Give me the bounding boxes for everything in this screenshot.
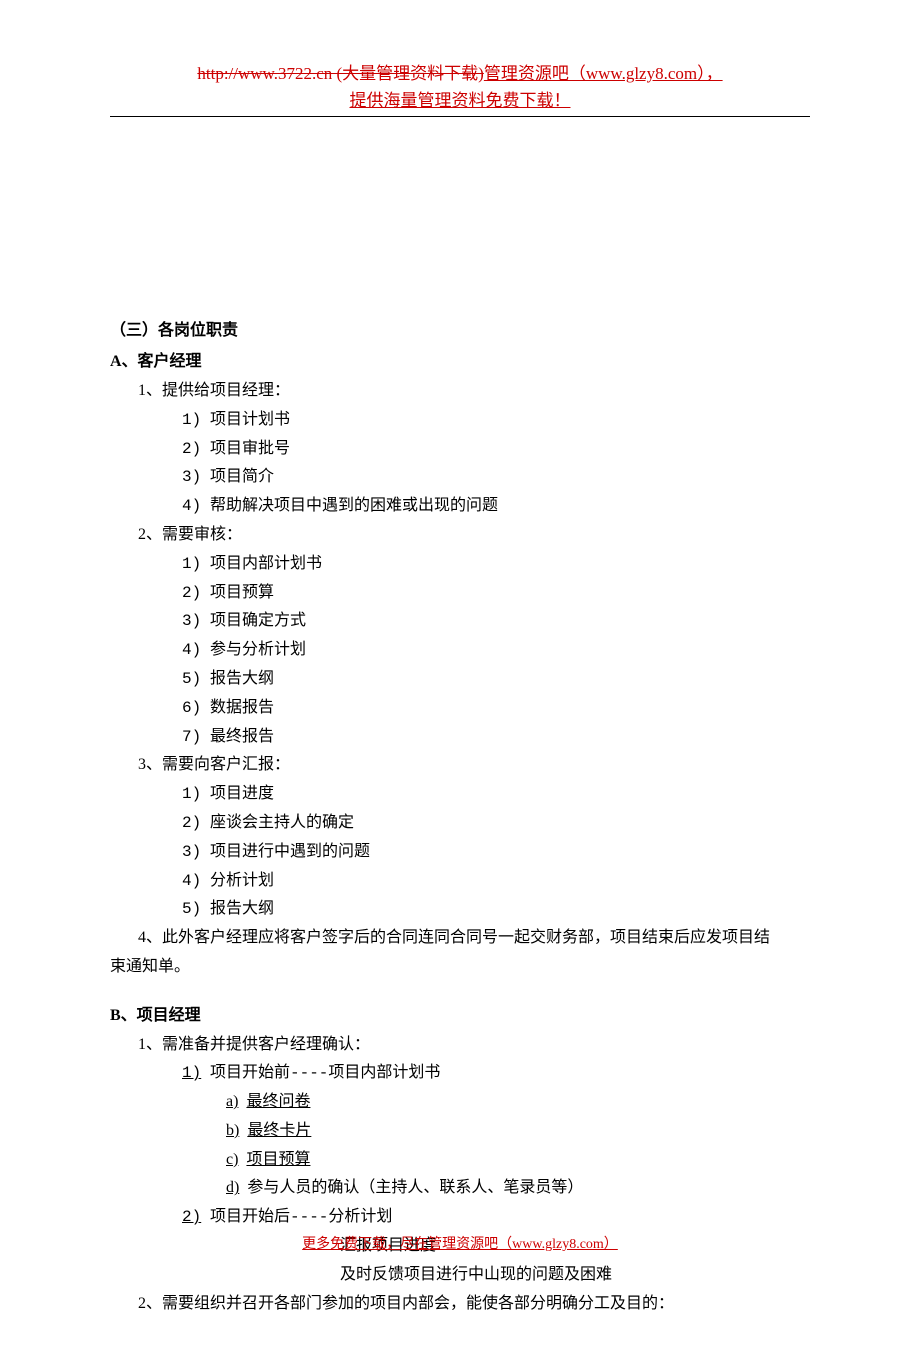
list-item: 3)项目确定方式: [182, 607, 810, 636]
header-title-part: 管理资源吧（www.glzy8.com），: [484, 64, 723, 83]
a-item-2: 2、需要审核：: [138, 521, 810, 550]
section-3-title: （三）各岗位职责: [110, 317, 810, 346]
list-item: 3)项目进行中遇到的问题: [182, 838, 810, 867]
a-item-1: 1、提供给项目经理：: [138, 377, 810, 406]
list-item: 1)项目开始前----项目内部计划书: [182, 1059, 810, 1088]
list-item: 1)项目计划书: [182, 406, 810, 435]
document-header: http://www.3722.cn (大量管理资料下载)管理资源吧（www.g…: [110, 60, 810, 117]
list-item: 1)项目进度: [182, 780, 810, 809]
list-item: 2)项目开始后----分析计划: [182, 1203, 810, 1232]
list-item: 1)项目内部计划书: [182, 550, 810, 579]
header-line-2: 提供海量管理资料免费下载！: [110, 87, 810, 114]
list-item: 7)最终报告: [182, 723, 810, 752]
list-item: 4)帮助解决项目中遇到的困难或出现的问题: [182, 492, 810, 521]
list-item: 5)报告大纲: [182, 895, 810, 924]
list-sub-line: 及时反馈项目进行中山现的问题及困难: [340, 1261, 810, 1290]
list-item: 2)项目审批号: [182, 435, 810, 464]
a-item-4-line1: 4、此外客户经理应将客户签字后的合同连同合同号一起交财务部，项目结束后应发项目结: [110, 924, 810, 953]
header-line-1: http://www.3722.cn (大量管理资料下载)管理资源吧（www.g…: [110, 60, 810, 87]
list-item: 6)数据报告: [182, 694, 810, 723]
b-item-2: 2、需要组织并召开各部门参加的项目内部会，能使各部分明确分工及目的：: [138, 1290, 810, 1319]
list-sub-item: d) 参与人员的确认（主持人、联系人、笔录员等）: [226, 1174, 810, 1203]
header-strike-url: http://www.3722.cn (大量管理资料下载): [197, 64, 483, 83]
b-item-1: 1、需准备并提供客户经理确认：: [138, 1031, 810, 1060]
a-item-3: 3、需要向客户汇报：: [138, 751, 810, 780]
list-sub-item: b) 最终卡片: [226, 1117, 810, 1146]
list-item: 2)座谈会主持人的确定: [182, 809, 810, 838]
document-body: （三）各岗位职责 A、客户经理 1、提供给项目经理： 1)项目计划书 2)项目审…: [110, 317, 810, 1318]
list-item: 2)项目预算: [182, 579, 810, 608]
section-b-title: B、项目经理: [110, 1002, 810, 1031]
a-item-4-line2: 束通知单。: [110, 953, 810, 982]
list-sub-item: a) 最终问卷: [226, 1088, 810, 1117]
list-item: 5)报告大纲: [182, 665, 810, 694]
footer-text: 更多免费下载，尽在管理资源吧（www.glzy8.com）: [0, 1232, 920, 1257]
list-item: 4)分析计划: [182, 867, 810, 896]
list-item: 4)参与分析计划: [182, 636, 810, 665]
list-item: 3)项目简介: [182, 463, 810, 492]
section-a-title: A、客户经理: [110, 348, 810, 377]
list-sub-item: c) 项目预算: [226, 1146, 810, 1175]
